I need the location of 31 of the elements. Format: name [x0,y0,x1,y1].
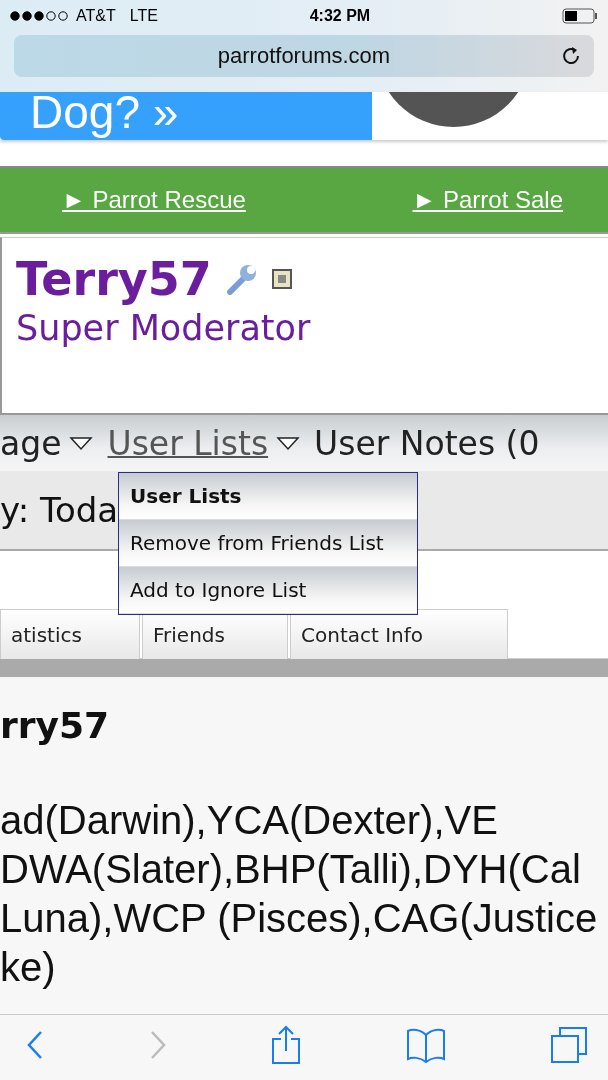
clock: 4:32 PM [309,7,371,25]
tabs-icon[interactable] [550,1025,588,1064]
bio-text-line: Luna),WCP (Pisces),CAG(Justice [0,895,599,942]
status-icon [271,269,292,289]
dropdown-arrow-icon[interactable] [276,435,301,451]
menu-item[interactable]: Remove from Friends List [119,520,417,567]
carrier-name: AT&T [76,7,116,25]
username: Terry57 [16,252,212,306]
network-type: LTE [129,7,158,25]
nav-menu-item[interactable]: age [0,423,62,463]
profile-tab[interactable]: atistics [0,609,140,659]
share-icon[interactable] [271,1024,301,1065]
menu-item[interactable]: Add to Ignore List [119,567,417,614]
address-bar[interactable]: parrotforums.com [14,35,594,77]
user-title: Super Moderator [16,308,312,348]
menu-header[interactable]: User Lists [119,473,417,520]
profile-tab[interactable]: Contact Info [290,609,508,659]
nav-menu-item[interactable]: User Lists [107,423,269,463]
wrench-icon [225,263,258,295]
nav-menu-item[interactable]: User Notes (0 [314,423,540,463]
book-icon[interactable] [405,1026,446,1063]
back-icon[interactable] [26,1029,44,1060]
dropdown-arrow-icon[interactable] [69,435,94,451]
section-heading: rry57 [0,705,111,746]
reload-icon[interactable] [560,45,582,67]
signal-icon [10,11,70,21]
bio-text-line: ke) [0,944,57,991]
info-text: y: Toda [0,490,119,530]
bio-text-line: DWA(Slater),BHP(Talli),DYH(Cal [0,846,582,893]
battery-icon [562,8,598,24]
bio-text-line: ad(Darwin),YCA(Dexter),VE [0,797,499,844]
